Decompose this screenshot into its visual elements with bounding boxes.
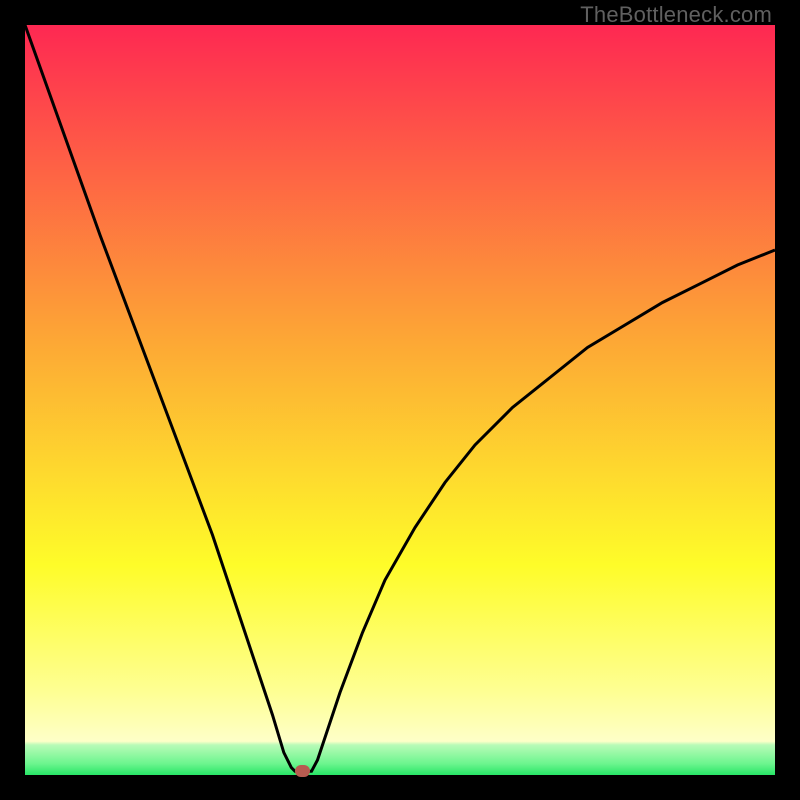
- plot-area: [25, 25, 775, 775]
- data-marker: [295, 765, 310, 777]
- chart-frame: TheBottleneck.com: [0, 0, 800, 800]
- gradient-background: [25, 25, 775, 775]
